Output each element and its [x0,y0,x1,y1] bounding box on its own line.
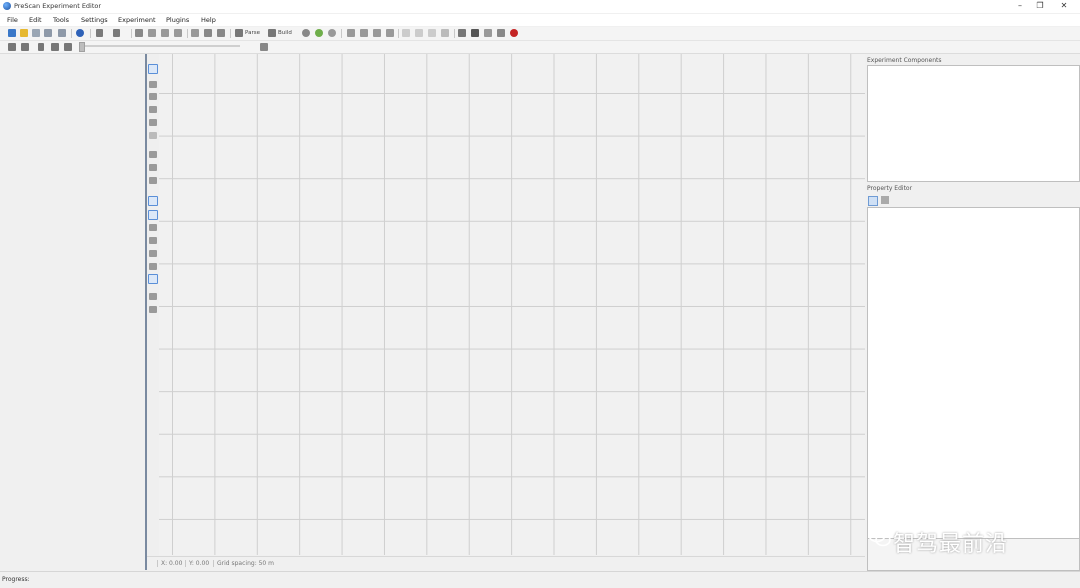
split-icon[interactable] [471,29,479,37]
minimize-button[interactable]: – [1012,0,1028,12]
select-tool-icon[interactable] [148,64,158,74]
cut-icon[interactable] [135,29,143,37]
sign-icon[interactable] [149,306,157,313]
disabled-tool-4-icon[interactable] [441,29,449,37]
path-tool-icon[interactable] [149,164,157,171]
status-bar: Progress: [0,571,1080,588]
menu-tools[interactable]: Tools [53,16,69,24]
wrench-icon[interactable] [204,29,212,37]
parse-icon[interactable] [235,29,243,37]
layout-icon[interactable] [458,29,466,37]
copy-icon[interactable] [148,29,156,37]
menu-plugins[interactable]: Plugins [166,16,189,24]
disabled-tool-2-icon[interactable] [415,29,423,37]
trajectory-icon[interactable] [149,177,157,184]
disabled-tool-3-icon[interactable] [428,29,436,37]
scenery-icon[interactable] [315,29,323,37]
sort-alpha-icon[interactable] [881,196,889,204]
table-icon[interactable] [373,29,381,37]
build-button[interactable]: Build [278,30,292,36]
camera-icon[interactable] [386,29,394,37]
experiment-tree-pane [0,54,145,570]
app-icon [3,2,11,10]
lane-icon[interactable] [149,237,157,244]
x-coordinate: X: 0.00 [157,560,182,567]
sensor-icon[interactable] [328,29,336,37]
categorized-view-icon[interactable] [868,196,878,206]
experiment-components-list[interactable] [867,65,1080,182]
pages-icon[interactable] [484,29,492,37]
pan-icon[interactable] [149,132,157,139]
delete-icon[interactable] [174,29,182,37]
save-all-icon[interactable] [58,29,66,37]
save-icon[interactable] [44,29,52,37]
new-file-icon[interactable] [8,29,16,37]
step-back-icon[interactable] [8,43,16,51]
simulation-toolbar [0,41,1080,54]
maximize-button[interactable]: ❐ [1032,0,1048,12]
export-icon[interactable] [497,29,505,37]
property-editor-title: Property Editor [867,185,913,192]
tool-palette [147,54,159,570]
stop-icon[interactable] [51,43,59,51]
zoom-fit-icon[interactable] [149,119,157,126]
y-coordinate: Y: 0.00 [185,560,209,567]
split-path-icon[interactable] [149,293,157,300]
play-icon[interactable] [38,43,44,51]
watermark-text: 智驾最前沿 [893,532,1009,557]
zoom-out-icon[interactable] [149,106,157,113]
frames-icon[interactable] [260,43,268,51]
chart-icon[interactable] [347,29,355,37]
grid-spacing: Grid spacing: 50 m [213,560,274,567]
road-segment-icon[interactable] [148,196,158,206]
redo-icon[interactable] [113,29,120,37]
parse-button[interactable]: Parse [245,30,260,36]
menu-file[interactable]: File [7,16,18,24]
title-bar: PreScan Experiment Editor – ❐ ✕ [0,0,1080,13]
globe-icon[interactable] [76,29,84,37]
build-icon[interactable] [268,29,276,37]
menu-experiment[interactable]: Experiment [118,16,156,24]
open-folder-icon[interactable] [20,29,28,37]
object-icon[interactable] [149,250,157,257]
close-button[interactable]: ✕ [1056,0,1072,12]
undo-icon[interactable] [96,29,103,37]
disabled-tool-1-icon[interactable] [402,29,410,37]
paste-icon[interactable] [161,29,169,37]
vehicle-icon[interactable] [149,263,157,270]
skip-end-icon[interactable] [64,43,72,51]
building-tool-icon[interactable] [149,81,157,88]
save-as-icon[interactable] [32,29,40,37]
main-toolbar: Parse Build [0,27,1080,41]
experiment-components-title: Experiment Components [867,57,942,64]
pencil-icon[interactable] [217,29,225,37]
menu-bar: File Edit Tools Settings Experiment Plug… [0,14,1080,26]
grid-icon[interactable] [191,29,199,37]
menu-help[interactable]: Help [201,16,216,24]
time-slider-thumb[interactable] [79,42,85,52]
right-pane: Experiment Components Property Editor [865,54,1080,571]
build-canvas[interactable] [159,54,865,555]
graph-icon[interactable] [360,29,368,37]
coordinate-bar: X: 0.00 Y: 0.00 Grid spacing: 50 m [147,556,865,570]
window-title: PreScan Experiment Editor [14,2,102,10]
record-icon[interactable] [510,29,518,37]
connector-icon[interactable] [149,224,157,231]
area-select-icon[interactable] [148,274,158,284]
step-icon[interactable] [21,43,29,51]
wechat-icon [868,527,891,547]
property-grid[interactable] [867,207,1080,539]
menu-settings[interactable]: Settings [81,16,108,24]
time-slider-track[interactable] [80,45,240,47]
progress-label: Progress: [2,576,30,583]
menu-edit[interactable]: Edit [29,16,42,24]
sphere-icon[interactable] [302,29,310,37]
road-segment-2-icon[interactable] [148,210,158,220]
measure-icon[interactable] [149,151,157,158]
zoom-in-icon[interactable] [149,93,157,100]
